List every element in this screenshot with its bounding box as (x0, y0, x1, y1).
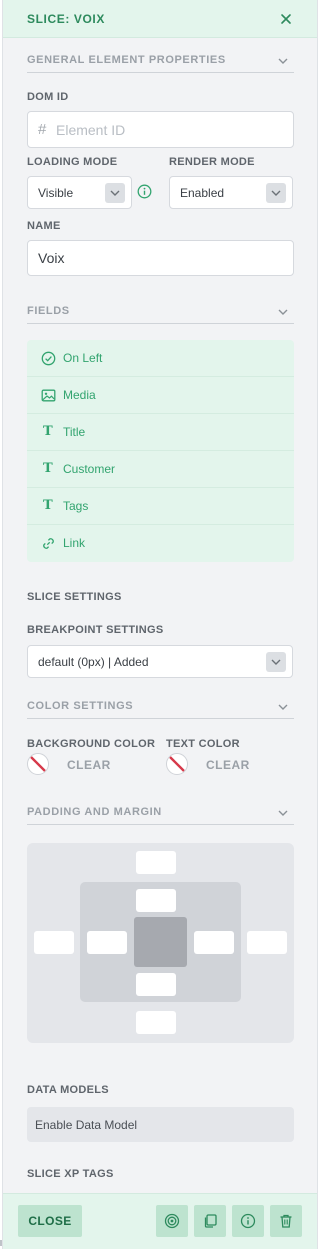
no-color-icon[interactable] (166, 753, 188, 775)
chevron-down-icon (105, 182, 125, 203)
chevron-down-icon (278, 704, 288, 710)
padding-right-input[interactable] (194, 931, 234, 954)
field-item-label: Media (63, 388, 96, 402)
margin-left-input[interactable] (34, 931, 74, 954)
dom-id-label: DOM ID (27, 91, 69, 103)
text-icon: T (43, 498, 53, 513)
loading-mode-select[interactable]: Visible (27, 176, 132, 209)
field-item-label: On Left (63, 351, 103, 365)
trash-icon (280, 1214, 292, 1228)
enable-data-model-label: Enable Data Model (35, 1118, 138, 1132)
info-icon[interactable] (137, 184, 152, 199)
image-icon (41, 389, 56, 402)
close-button[interactable]: CLOSE (18, 1205, 82, 1237)
field-item-label: Link (63, 536, 86, 550)
text-icon: T (43, 461, 53, 476)
name-input[interactable]: Voix (27, 240, 294, 276)
breakpoint-settings-label: BREAKPOINT SETTINGS (27, 624, 164, 636)
field-item-media[interactable]: Media (27, 377, 294, 414)
padding-left-input[interactable] (87, 931, 127, 954)
slice-panel: SLICE: VOIX GENERAL ELEMENT PROPERTIES D… (2, 0, 318, 1249)
close-icon[interactable] (279, 12, 293, 26)
copy-icon (204, 1214, 217, 1228)
loading-mode-label: LOADING MODE (27, 156, 118, 168)
target-icon (164, 1213, 180, 1229)
target-button[interactable] (156, 1205, 188, 1237)
text-icon: T (43, 424, 53, 439)
margin-bottom-input[interactable] (136, 1011, 176, 1034)
slice-settings-title: SLICE SETTINGS (27, 591, 122, 603)
delete-button[interactable] (270, 1205, 302, 1237)
chevron-down-icon (266, 651, 286, 672)
chevron-down-icon (278, 810, 288, 816)
field-item-customer[interactable]: T Customer (27, 451, 294, 488)
panel-header: SLICE: VOIX (3, 0, 317, 38)
info-icon (240, 1213, 256, 1229)
text-clear-button[interactable]: CLEAR (206, 758, 250, 772)
field-item-tags[interactable]: T Tags (27, 488, 294, 525)
enable-data-model-button[interactable]: Enable Data Model (27, 1107, 294, 1142)
background-color-label: BACKGROUND COLOR (27, 738, 156, 750)
copy-button[interactable] (194, 1205, 226, 1237)
breakpoint-select[interactable]: default (0px) | Added (27, 645, 293, 678)
chevron-down-icon (278, 309, 288, 315)
margin-right-input[interactable] (247, 931, 287, 954)
color-settings-title: COLOR SETTINGS (27, 700, 134, 712)
link-icon (43, 538, 54, 549)
slice-xp-tags-title: SLICE XP TAGS (27, 1168, 114, 1180)
dom-id-placeholder: Element ID (56, 121, 126, 138)
field-item-label: Title (63, 425, 86, 439)
loading-mode-value: Visible (38, 185, 74, 200)
fields-section-header[interactable]: FIELDS (27, 304, 294, 324)
margin-top-input[interactable] (136, 851, 176, 874)
render-mode-select[interactable]: Enabled (169, 176, 293, 209)
check-circle-icon (41, 351, 56, 366)
name-label: NAME (27, 220, 61, 232)
resize-grip[interactable] (0, 1240, 2, 1246)
field-item-on-left[interactable]: On Left (27, 340, 294, 377)
panel-title: SLICE: VOIX (27, 12, 105, 26)
no-color-icon[interactable] (27, 753, 49, 775)
hash-icon: # (38, 121, 47, 138)
breakpoint-value: default (0px) | Added (38, 654, 149, 669)
panel-footer: CLOSE (3, 1193, 317, 1249)
field-item-title[interactable]: T Title (27, 414, 294, 451)
fields-title: FIELDS (27, 305, 70, 317)
field-item-label: Customer (63, 462, 116, 476)
render-mode-label: RENDER MODE (169, 156, 255, 168)
general-properties-title: GENERAL ELEMENT PROPERTIES (27, 54, 226, 66)
padding-bottom-input[interactable] (136, 973, 176, 996)
dom-id-field[interactable]: # Element ID (27, 111, 294, 148)
name-value: Voix (38, 250, 65, 266)
info-button[interactable] (232, 1205, 264, 1237)
field-item-link[interactable]: Link (27, 525, 294, 562)
padding-top-input[interactable] (136, 889, 176, 912)
data-models-title: DATA MODELS (27, 1084, 109, 1096)
padding-margin-title: PADDING AND MARGIN (27, 806, 162, 818)
padding-margin-section-header[interactable]: PADDING AND MARGIN (27, 805, 294, 825)
chevron-down-icon (266, 182, 286, 203)
color-settings-section-header[interactable]: COLOR SETTINGS (27, 699, 294, 719)
text-color-label: TEXT COLOR (166, 738, 240, 750)
field-item-label: Tags (63, 499, 89, 513)
background-clear-button[interactable]: CLEAR (67, 758, 111, 772)
chevron-down-icon (278, 58, 288, 64)
fields-list: On Left Media T Title T Customer T Tags (27, 340, 294, 562)
general-properties-section-header[interactable]: GENERAL ELEMENT PROPERTIES (27, 53, 294, 73)
margin-box (27, 843, 294, 1043)
render-mode-value: Enabled (180, 185, 225, 200)
content-box (134, 917, 187, 967)
